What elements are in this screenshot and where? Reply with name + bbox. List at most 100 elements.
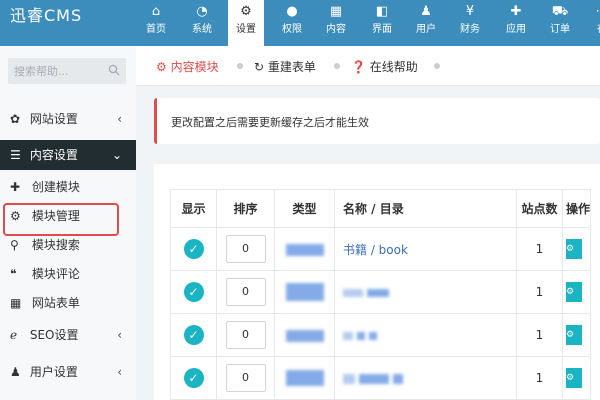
- table-icon: ▦: [10, 296, 22, 310]
- action-cell: ⚙: [561, 270, 592, 314]
- help-icon: ❓: [351, 60, 366, 74]
- chevron-left-icon: ‹: [117, 112, 122, 126]
- order-cell: 0: [216, 356, 275, 400]
- plus-icon: ✚: [10, 180, 21, 194]
- user-icon: ♟: [10, 365, 21, 379]
- action-cell: ⚙: [561, 356, 592, 400]
- crumb-rebuild-form[interactable]: ↻ 重建表单: [254, 58, 316, 75]
- crumb-label: 内容模块: [170, 60, 219, 74]
- sites-cell: 1: [516, 270, 563, 314]
- notice-alert: 更改配置之后需要更新缓存之后才能生效: [154, 98, 600, 144]
- gear-icon[interactable]: ⚙: [566, 282, 582, 302]
- order-input[interactable]: 0: [225, 321, 266, 349]
- gear-icon[interactable]: ⚙: [566, 325, 582, 345]
- col-header-show[interactable]: 显示: [170, 189, 217, 228]
- breadcrumb: ⚙ 内容模块 ↻ 重建表单 ❓ 在线帮助: [136, 46, 600, 86]
- crumb-label: 重建表单: [267, 60, 316, 74]
- col-header-name[interactable]: 名称 / 目录: [334, 189, 517, 228]
- search-placeholder: 搜索帮助...: [14, 65, 69, 78]
- crumb-separator: [334, 63, 340, 69]
- more-icon: ⋯: [584, 3, 600, 21]
- topnav-item[interactable]: ¥ 财务: [452, 0, 488, 46]
- chevron-left-icon: ‹: [117, 365, 122, 379]
- sidebar-item-label: 模块搜索: [31, 238, 80, 252]
- type-cell: [274, 356, 335, 400]
- show-cell: ✓: [170, 227, 217, 271]
- topnav-label: 系统: [192, 24, 212, 35]
- gear-icon: ✿: [10, 112, 21, 126]
- table-row: ✓ 0 书籍 / book 1 ⚙: [170, 227, 592, 271]
- crumb-content-module[interactable]: ⚙ 内容模块: [156, 58, 219, 75]
- sidebar-item[interactable]: ▦ 网站表单: [0, 289, 136, 318]
- topnav-item[interactable]: ◧ 界面: [364, 0, 400, 46]
- check-icon[interactable]: ✓: [183, 325, 204, 345]
- topnav-label: 首页: [146, 24, 166, 35]
- topnav-item[interactable]: ♟ 用户: [408, 0, 444, 46]
- sites-cell: 1: [516, 356, 563, 400]
- topnav-item[interactable]: ⋯在: [584, 0, 600, 46]
- alert-text: 更改配置之后需要更新缓存之后才能生效: [171, 116, 369, 129]
- main-content: ⚙ 内容模块 ↻ 重建表单 ❓ 在线帮助 更改配置之后需要更新缓存之后才能生效 …: [136, 46, 600, 400]
- app-logo[interactable]: 迅睿CMS: [0, 0, 136, 46]
- col-header-order[interactable]: 排序: [216, 189, 275, 228]
- sidebar-item-label: 网站表单: [31, 296, 80, 310]
- crumb-separator: [237, 63, 243, 69]
- sites-cell: 1: [516, 227, 563, 271]
- order-input[interactable]: 0: [225, 235, 266, 263]
- topnav-label: 用户: [416, 24, 436, 35]
- action-cell: ⚙: [561, 227, 592, 271]
- sidebar-item[interactable]: ❝ 模块评论: [0, 260, 136, 289]
- name-blurred: [343, 373, 355, 384]
- sidebar-item-label: 网站设置: [29, 112, 78, 126]
- sidebar-item[interactable]: ✿ 网站设置 ‹: [0, 104, 136, 134]
- order-input[interactable]: 0: [225, 364, 266, 392]
- topnav-item[interactable]: ◔ 系统: [184, 0, 220, 46]
- search-input[interactable]: 搜索帮助...: [8, 58, 126, 84]
- home-icon: ⌂: [151, 4, 161, 19]
- user-circle-icon: ●: [286, 4, 298, 19]
- crumb-online-help[interactable]: ❓ 在线帮助: [351, 58, 418, 75]
- order-cell: 0: [216, 227, 275, 271]
- sidebar-item[interactable]: ℯ SEO设置 ‹: [0, 320, 136, 350]
- sidebar-item[interactable]: ☰ 内容设置 ⌄: [0, 140, 136, 170]
- name-cell: [334, 270, 517, 314]
- crumb-label: 在线帮助: [369, 60, 418, 74]
- topnav-item[interactable]: ⛟ 订单: [542, 0, 578, 46]
- table-row: ✓ 0 1 ⚙: [170, 356, 592, 400]
- col-header-type[interactable]: 类型: [274, 189, 335, 228]
- check-icon[interactable]: ✓: [183, 282, 204, 302]
- check-icon[interactable]: ✓: [183, 239, 204, 259]
- topnav-item[interactable]: ▦ 内容: [318, 0, 354, 46]
- topnav-item[interactable]: ✚ 应用: [498, 0, 534, 46]
- sidebar-item-label: 创建模块: [31, 180, 80, 194]
- refresh-icon: ↻: [254, 60, 265, 74]
- type-cell: [274, 270, 335, 314]
- show-cell: ✓: [170, 356, 217, 400]
- selected-menu-highlight: [3, 203, 119, 236]
- topnav-label: 设置: [236, 24, 256, 35]
- type-blurred: [285, 243, 324, 256]
- search-icon[interactable]: [108, 64, 120, 76]
- topnav-item[interactable]: ⚙ 设置: [228, 0, 264, 46]
- name-blurred: [343, 288, 363, 297]
- name-cell: 书籍 / book: [334, 227, 517, 271]
- module-name-link[interactable]: 书籍 / book: [343, 243, 408, 257]
- topnav-item[interactable]: ⌂ 首页: [138, 0, 174, 46]
- col-header-actions: 操作: [561, 189, 592, 228]
- order-cell: 0: [216, 270, 275, 314]
- check-icon[interactable]: ✓: [183, 368, 204, 388]
- order-input[interactable]: 0: [225, 278, 266, 306]
- gear-icon[interactable]: ⚙: [566, 239, 582, 259]
- show-cell: ✓: [170, 270, 217, 314]
- cogs-icon: ⚙: [156, 60, 167, 74]
- col-header-sites[interactable]: 站点数: [516, 189, 563, 228]
- type-cell: [274, 313, 335, 357]
- sidebar-item[interactable]: ✚ 创建模块: [0, 173, 136, 202]
- topnav-label: 内容: [326, 24, 346, 35]
- table-row: ✓ 0 1 ⚙: [170, 313, 592, 357]
- topnav-label: 界面: [372, 24, 392, 35]
- topnav-item[interactable]: ● 权限: [274, 0, 310, 46]
- gear-icon[interactable]: ⚙: [566, 368, 582, 388]
- sidebar-item[interactable]: ♟ 用户设置 ‹: [0, 357, 136, 387]
- name-cell: [334, 313, 517, 357]
